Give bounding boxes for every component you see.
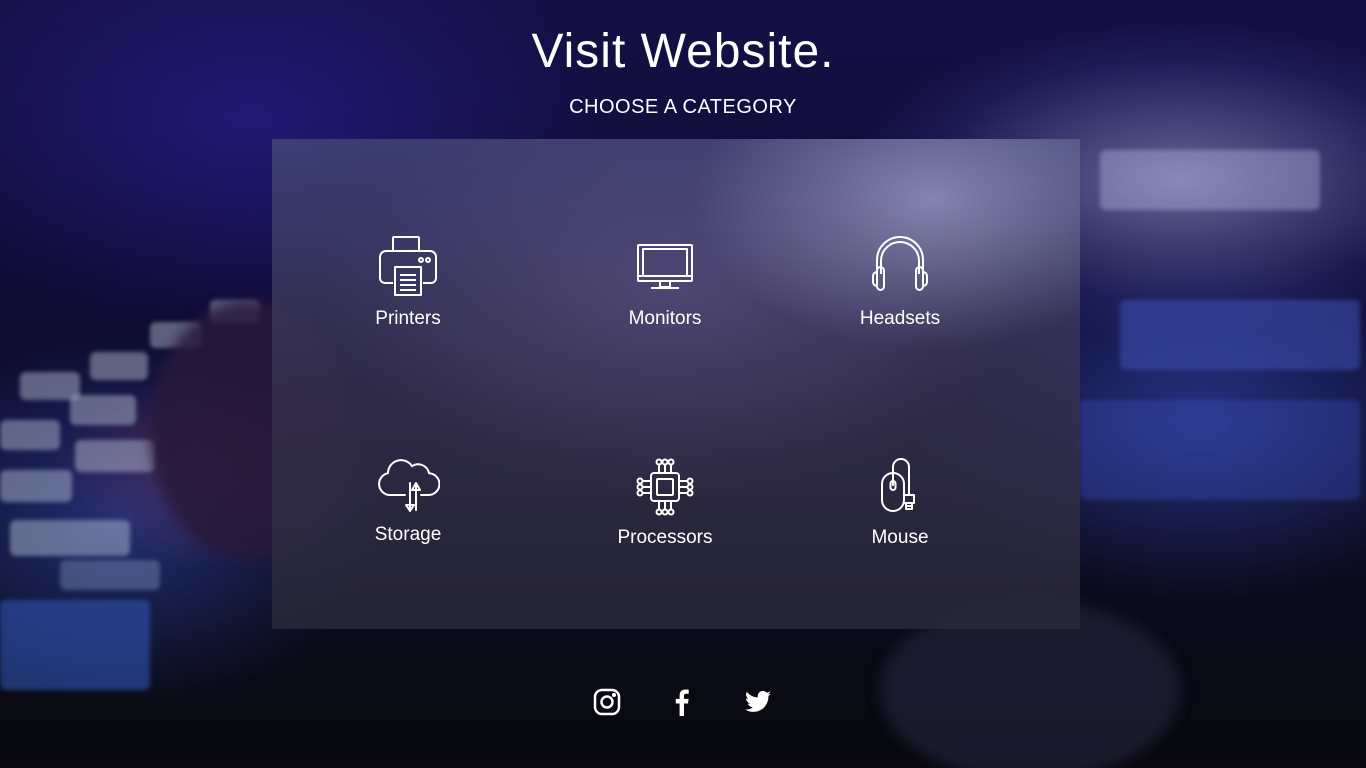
processor-chip-icon	[636, 458, 694, 516]
category-label-processors: Processors	[617, 527, 713, 548]
instagram-link[interactable]	[591, 686, 623, 718]
category-monitors[interactable]: Monitors	[575, 234, 755, 354]
printer-icon	[379, 236, 437, 296]
mouse-icon	[881, 458, 915, 512]
page-subtitle: CHOOSE A CATEGORY	[569, 96, 797, 118]
facebook-link[interactable]	[666, 686, 698, 718]
cloud-storage-icon	[378, 459, 440, 512]
category-label-headsets: Headsets	[859, 308, 941, 329]
category-storage[interactable]: Storage	[318, 450, 498, 570]
category-printers[interactable]: Printers	[318, 234, 498, 354]
instagram-icon	[593, 688, 621, 716]
category-label-storage: Storage	[374, 524, 442, 545]
category-mouse[interactable]: Mouse	[810, 455, 990, 575]
category-label-mouse: Mouse	[871, 527, 929, 548]
category-label-monitors: Monitors	[628, 308, 702, 329]
monitor-icon	[637, 244, 693, 289]
page-title: Visit Website.	[531, 25, 835, 78]
category-headsets[interactable]: Headsets	[810, 234, 990, 354]
twitter-icon	[745, 690, 771, 712]
headset-icon	[872, 236, 928, 291]
facebook-icon	[675, 689, 689, 716]
category-label-printers: Printers	[375, 308, 441, 329]
category-processors[interactable]: Processors	[575, 455, 755, 575]
twitter-link[interactable]	[742, 686, 774, 718]
